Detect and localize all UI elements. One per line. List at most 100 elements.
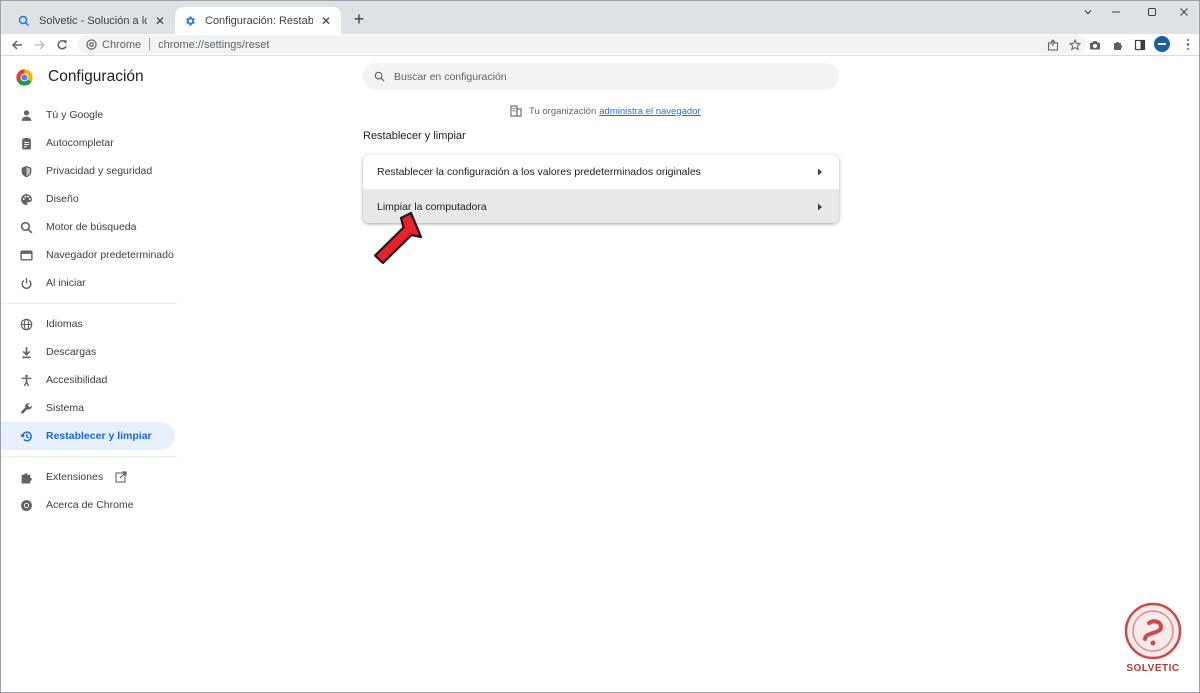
sidebar-item-label: Navegador predeterminado [46,249,174,261]
settings-favicon-icon [183,14,197,28]
accessibility-icon [18,372,34,388]
reset-card: Restablecer la configuración a los valor… [363,155,839,223]
tab-title: Configuración: Restablecer y limpiar [205,14,313,27]
sidebar-item-on-startup[interactable]: Al iniciar [1,269,177,297]
open-in-new-icon [115,471,127,483]
building-icon [509,104,523,118]
search-icon [18,219,34,235]
more-menu-icon[interactable] [1181,35,1195,54]
tab-title: Solvetic - Solución a los problemas [39,14,147,27]
share-icon[interactable] [1042,35,1064,54]
sidebar-item-about-chrome[interactable]: Acerca de Chrome [1,491,177,519]
new-tab-button[interactable]: + [349,10,369,30]
settings-sidebar: Tú y Google Autocompletar Privacidad y s… [1,101,177,519]
sidebar-item-search-engine[interactable]: Motor de búsqueda [1,213,177,241]
sidebar-item-extensions[interactable]: Extensiones [1,463,177,491]
toolbar-divider [1,55,1199,56]
arrow-right-icon [815,202,825,212]
sidebar-item-languages[interactable]: Idiomas [1,310,177,338]
camera-icon[interactable] [1085,35,1105,54]
browser-window: Solvetic - Solución a los problemas ✕ Co… [0,0,1200,693]
browser-toolbar: Chrome chrome://settings/reset [1,34,1199,55]
sidebar-item-appearance[interactable]: Diseño [1,185,177,213]
solvetic-logo-icon [1124,602,1182,660]
sidebar-item-label: Accesibilidad [46,374,108,386]
chrome-logo-icon [16,68,33,86]
sidebar-item-label: Motor de búsqueda [46,221,137,233]
sidebar-item-system[interactable]: Sistema [1,394,177,422]
globe-icon [18,316,34,332]
palette-icon [18,191,34,207]
restore-icon [18,428,34,444]
power-icon [18,275,34,291]
sidebar-item-label: Restablecer y limpiar [46,430,152,442]
sidebar-item-label: Idiomas [46,318,83,330]
row-label: Restablecer la configuración a los valor… [377,166,701,178]
tab-settings[interactable]: Configuración: Restablecer y limpiar ✕ [175,7,341,34]
chrome-icon [86,39,97,50]
tab-solvetic[interactable]: Solvetic - Solución a los problemas ✕ [9,7,175,34]
omnibox-divider [149,38,151,51]
minimize-icon[interactable] [1099,1,1133,23]
cleanup-computer-row[interactable]: Limpiar la computadora [363,189,839,223]
sidebar-item-label: Diseño [46,193,79,205]
profile-avatar[interactable] [1154,36,1170,52]
chrome-icon [18,497,34,513]
close-tab-icon[interactable]: ✕ [319,14,333,28]
browser-icon [18,247,34,263]
chip-label: Chrome [102,38,142,51]
clipboard-icon [18,135,34,151]
settings-header: Configuración [16,68,144,86]
tab-strip: Solvetic - Solución a los problemas ✕ Co… [1,1,1199,34]
sidebar-divider [1,303,177,304]
sidebar-item-label: Sistema [46,402,84,414]
settings-search[interactable] [363,63,839,90]
reload-icon[interactable] [52,35,72,54]
sidebar-item-label: Autocompletar [46,137,114,149]
search-favicon-icon [17,14,31,28]
sidebar-item-label: Acerca de Chrome [46,499,134,511]
puzzle-icon [18,469,34,485]
sidebar-item-label: Descargas [46,346,97,358]
red-pointer-arrow [373,211,423,265]
site-info-chip[interactable]: Chrome [78,39,141,51]
search-icon [372,70,386,84]
back-icon[interactable] [7,35,27,54]
page-title: Configuración [48,68,144,85]
sidebar-item-label: Privacidad y seguridad [46,165,153,177]
section-title: Restablecer y limpiar [363,130,466,142]
managed-link[interactable]: administra el navegador [599,106,700,117]
sidebar-item-label: Tú y Google [46,109,104,121]
shield-icon [18,163,34,179]
watermark-text: SOLVETIC [1126,663,1180,674]
sidebar-divider [1,456,177,457]
sidebar-item-label: Extensiones [46,471,104,483]
sidebar-item-reset-and-cleanup[interactable]: Restablecer y limpiar [1,422,175,450]
sidebar-item-you-and-google[interactable]: Tú y Google [1,101,177,129]
bookmark-star-icon[interactable] [1064,35,1086,54]
sidebar-item-default-browser[interactable]: Navegador predeterminado [1,241,177,269]
extensions-puzzle-icon[interactable] [1108,35,1128,54]
sidebar-item-label: Al iniciar [46,277,86,289]
address-bar[interactable]: Chrome chrome://settings/reset [78,35,1086,54]
sidebar-item-privacy[interactable]: Privacidad y seguridad [1,157,177,185]
side-panel-icon[interactable] [1130,35,1150,54]
managed-notice: Tu organización administra el navegador [509,104,701,118]
close-tab-icon[interactable]: ✕ [153,14,167,28]
close-window-icon[interactable] [1167,1,1199,23]
managed-text: Tu organización [529,105,597,117]
person-icon [18,107,34,123]
sidebar-item-accessibility[interactable]: Accesibilidad [1,366,177,394]
download-icon [18,344,34,360]
sidebar-item-autofill[interactable]: Autocompletar [1,129,177,157]
wrench-icon [18,400,34,416]
search-input[interactable] [394,70,814,83]
solvetic-watermark: SOLVETIC [1115,601,1191,689]
sidebar-item-downloads[interactable]: Descargas [1,338,177,366]
omnibox-actions [1042,35,1086,54]
forward-icon[interactable] [30,35,50,54]
arrow-right-icon [815,167,825,177]
reset-settings-row[interactable]: Restablecer la configuración a los valor… [363,155,839,189]
maximize-icon[interactable] [1135,1,1169,23]
url-text[interactable]: chrome://settings/reset [158,39,269,51]
